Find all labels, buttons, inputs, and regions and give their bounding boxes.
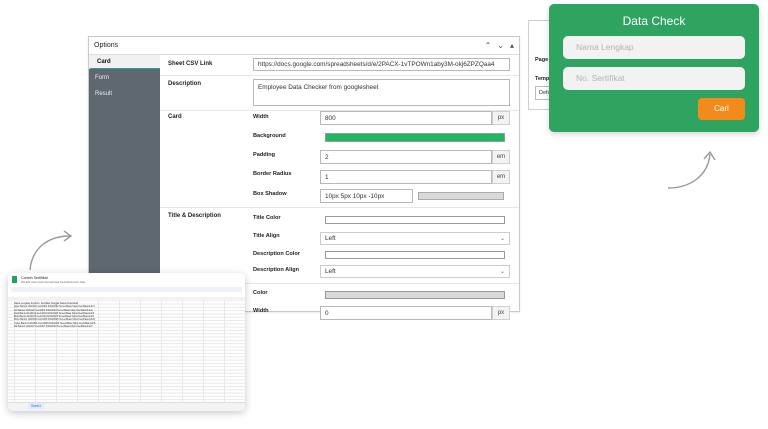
description-textarea[interactable]: Employee Data Checker from googlesheet [253,79,510,106]
tab-result[interactable]: Result [89,87,160,101]
curved-arrow-right-icon [667,150,716,189]
border-radius-label: Border Radius [253,171,292,177]
table-row: Dik Bantul 1100107 Cert1007 6/04/2023 Te… [14,325,93,329]
toggle-panel-icon[interactable]: ▴ [510,41,514,50]
width-unit: px [492,111,510,125]
card-title: Data Check [622,14,686,28]
border-width-label: Width [253,308,269,314]
chevron-down-icon: ⌄ [499,269,505,275]
options-panel: Options ⌃ ⌄ ▴ Card Form Result Sheet CSV… [88,36,520,320]
border-radius-unit: em [492,170,510,184]
search-button[interactable]: Cari [698,98,745,120]
description-align-value: Left [325,268,336,275]
sheet-tabs-bar: Sheet1 [8,402,245,411]
background-color-picker[interactable] [325,133,505,142]
background-label: Background [253,133,286,139]
title-description-section-label: Title & Description [168,213,221,219]
title-align-select[interactable]: Left ⌄ [320,232,510,245]
move-up-icon[interactable]: ⌃ [485,41,492,50]
sheet-tab[interactable]: Sheet1 [28,403,45,409]
chevron-down-icon: ⌄ [499,236,505,242]
padding-unit: em [492,150,510,164]
width-label: Width [253,114,269,120]
padding-input[interactable]: 2 [320,150,492,164]
description-align-select[interactable]: Left ⌄ [320,265,510,278]
color-label: Color [253,290,268,296]
padding-label: Padding [253,152,276,158]
sheet-toolbar [11,287,242,292]
title-align-label: Title Align [253,233,280,239]
title-color-label: Title Color [253,215,281,221]
sheet-rows: Nama Lengkap Kota No. Sertifikat Tanggal… [14,302,95,328]
sheet-csv-label: Sheet CSV Link [168,61,213,67]
description-label: Description [168,81,202,87]
title-align-value: Left [325,235,336,242]
tab-card[interactable]: Card [89,55,160,69]
data-check-card: Data Check Nama Lengkap No. Sertifikat C… [549,4,759,132]
description-color-picker[interactable] [325,251,505,259]
description-align-label: Description Align [253,267,300,273]
box-shadow-color-picker[interactable] [418,192,504,200]
description-color-label: Description Color [253,251,300,257]
sheets-logo-icon [12,276,17,283]
title-color-picker[interactable] [325,216,505,224]
name-input[interactable]: Nama Lengkap [563,36,745,59]
sheet-column-header [8,297,245,301]
width-input[interactable]: 800 [320,111,492,125]
sheet-header: Contoh Sertifikat File Edit View Insert … [8,273,245,297]
options-panel-header: Options ⌃ ⌄ ▴ [89,37,519,55]
border-color-picker[interactable] [325,291,505,299]
options-panel-title: Options [94,42,119,49]
border-radius-input[interactable]: 1 [320,170,492,184]
certificate-input[interactable]: No. Sertifikat [563,67,745,90]
box-shadow-label: Box Shadow [253,191,287,197]
curved-arrow-left-icon [29,230,73,271]
sheet-csv-input[interactable]: https://docs.google.com/spreadsheets/d/e… [253,58,510,71]
card-section-label: Card [168,114,182,120]
box-shadow-input[interactable]: 10px 5px 10px -10px [320,189,413,203]
spreadsheet-preview: Contoh Sertifikat File Edit View Insert … [8,273,245,411]
border-width-input[interactable]: 0 [320,306,492,320]
sheet-name: Contoh Sertifikat [21,276,48,280]
sheet-menu: File Edit View Insert Format Data Tools … [21,281,86,284]
tab-form[interactable]: Form [89,71,160,85]
move-down-icon[interactable]: ⌄ [497,41,504,50]
border-width-unit: px [492,306,510,320]
